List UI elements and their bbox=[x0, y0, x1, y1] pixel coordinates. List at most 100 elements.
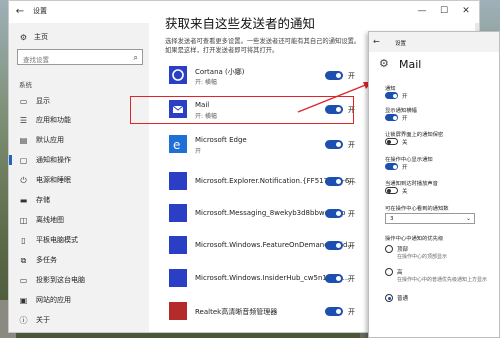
toggle-label: 开 bbox=[348, 275, 355, 283]
toggle-label: 开 bbox=[348, 72, 355, 80]
sidebar-section-title: 系统 bbox=[19, 81, 32, 89]
default-apps-icon: ▤ bbox=[19, 135, 28, 145]
sound-toggle[interactable] bbox=[385, 187, 398, 194]
setting-label: 显示通知横幅 bbox=[385, 108, 417, 114]
realtek-icon bbox=[169, 302, 187, 320]
notification-toggle[interactable] bbox=[325, 307, 343, 316]
sidebar-item-tablet-mode[interactable]: ▯ 平板电脑模式 bbox=[9, 232, 149, 248]
sidebar-item-apps[interactable]: ☰ 应用和功能 bbox=[9, 112, 149, 128]
app-row-insider-hub[interactable]: Microsoft.Windows.InsiderHub_cw5n1h2tx..… bbox=[165, 266, 365, 292]
app-row-realtek[interactable]: Realtek高清晰音频管理器 开 bbox=[165, 299, 365, 325]
notification-toggle[interactable] bbox=[325, 209, 343, 218]
cortana-icon bbox=[169, 66, 187, 84]
sidebar-item-label: 投影到这台电脑 bbox=[36, 276, 85, 284]
sidebar-item-label: 应用和功能 bbox=[36, 116, 71, 124]
panel-title: 设置 bbox=[395, 41, 407, 47]
search-input[interactable]: 查找设置 ⌕ bbox=[17, 49, 143, 65]
window-title: 设置 bbox=[33, 7, 47, 15]
toggle-label: 开 bbox=[348, 242, 355, 250]
sidebar-item-label: 显示 bbox=[36, 97, 50, 105]
sidebar-item-home[interactable]: ⚙ 主页 bbox=[19, 30, 48, 44]
radio-label: 普通 bbox=[397, 296, 409, 302]
toggle-label: 开 bbox=[402, 165, 408, 171]
sidebar-item-label: 平板电脑模式 bbox=[36, 236, 78, 244]
multitask-icon: ⧉ bbox=[20, 255, 27, 265]
app-name: Microsoft.Messaging_8wekyb3d8bbwe!App bbox=[195, 209, 346, 217]
project-icon: ▭ bbox=[19, 275, 28, 285]
radio-description: 在操作中心的顶部显示 bbox=[397, 254, 448, 260]
mail-settings-panel: ← 设置 ⚙ Mail 通知 开 显示通知横幅 开 让锁屏界面上的通知保密 关 … bbox=[368, 31, 500, 338]
priority-normal-radio[interactable] bbox=[385, 294, 393, 302]
app-row-feature-on-demand[interactable]: Microsoft.Windows.FeatureOnDemand.Insid.… bbox=[165, 233, 365, 259]
notifications-toggle[interactable] bbox=[385, 92, 398, 99]
sidebar-item-label: 通知和操作 bbox=[36, 156, 71, 164]
svg-text:e: e bbox=[173, 138, 180, 152]
notification-toggle[interactable] bbox=[325, 71, 343, 80]
app-row-cortana[interactable]: Cortana (小娜) 开: 横幅 开 bbox=[165, 63, 365, 89]
sidebar-item-web-apps[interactable]: ▣ 网站的应用 bbox=[9, 292, 149, 308]
search-icon[interactable]: ⌕ bbox=[134, 53, 138, 63]
sidebar-item-about[interactable]: ⓘ 关于 bbox=[9, 312, 149, 328]
app-name: Cortana (小娜) bbox=[195, 68, 245, 76]
sidebar-item-offline-maps[interactable]: ◫ 离线地图 bbox=[9, 212, 149, 228]
gear-icon: ⚙ bbox=[379, 57, 389, 70]
app-icon bbox=[169, 204, 187, 222]
toggle-label: 开 bbox=[402, 94, 408, 100]
sidebar-item-label: 存储 bbox=[36, 196, 50, 204]
app-row-edge[interactable]: e Microsoft Edge 开 开 bbox=[165, 132, 365, 158]
app-icon bbox=[169, 269, 187, 287]
sidebar-item-default-apps[interactable]: ▤ 默认应用 bbox=[9, 132, 149, 148]
setting-label: 当通知到达时播放声音 bbox=[385, 181, 438, 187]
monitor-icon: ▭ bbox=[19, 96, 28, 106]
sidebar-item-storage[interactable]: ▬ 存储 bbox=[9, 192, 149, 208]
app-row-explorer-notification[interactable]: Microsoft.Explorer.Notification.{FF517D2… bbox=[165, 169, 365, 195]
toggle-label: 开 bbox=[348, 210, 355, 218]
back-arrow-icon[interactable]: ← bbox=[13, 5, 27, 19]
notification-toggle[interactable] bbox=[325, 274, 343, 283]
lock-screen-private-toggle[interactable] bbox=[385, 138, 398, 145]
edge-icon: e bbox=[169, 135, 187, 153]
setting-label: 操作中心中通知的优先级 bbox=[385, 236, 444, 242]
back-arrow-icon[interactable]: ← bbox=[373, 37, 380, 46]
sidebar-item-label: 主页 bbox=[34, 33, 48, 41]
priority-high-radio[interactable] bbox=[385, 268, 393, 276]
notification-toggle[interactable] bbox=[325, 177, 343, 186]
app-row-messaging[interactable]: Microsoft.Messaging_8wekyb3d8bbwe!App 开 bbox=[165, 201, 365, 227]
sidebar-item-label: 默认应用 bbox=[36, 136, 64, 144]
setting-label: 可在操作中心看到的通知数 bbox=[385, 206, 449, 212]
setting-label: 通知 bbox=[385, 86, 396, 92]
toggle-label: 开 bbox=[348, 141, 355, 149]
panel-heading: Mail bbox=[399, 58, 422, 71]
app-icon bbox=[169, 172, 187, 190]
web-apps-icon: ▣ bbox=[19, 295, 28, 305]
app-name: Realtek高清晰音频管理器 bbox=[195, 308, 278, 316]
sidebar-item-notifications[interactable]: ▢ 通知和操作 bbox=[9, 152, 149, 168]
setting-label: 在操作中心显示通知 bbox=[385, 157, 433, 163]
priority-top-radio[interactable] bbox=[385, 245, 393, 253]
toggle-label: 开 bbox=[402, 116, 408, 122]
search-placeholder: 查找设置 bbox=[23, 56, 49, 64]
gear-icon: ⚙ bbox=[19, 32, 28, 42]
select-value: 3 bbox=[390, 216, 394, 222]
app-icon bbox=[169, 236, 187, 254]
sidebar-item-multitasking[interactable]: ⧉ 多任务 bbox=[9, 252, 149, 268]
sidebar-item-label: 多任务 bbox=[36, 256, 57, 264]
toggle-label: 开 bbox=[348, 308, 355, 316]
sidebar-item-label: 离线地图 bbox=[36, 216, 64, 224]
sidebar-item-projecting[interactable]: ▭ 投影到这台电脑 bbox=[9, 272, 149, 288]
sidebar-item-power[interactable]: ⏻ 电源和睡眠 bbox=[9, 172, 149, 188]
panel-title-bar: ← 设置 bbox=[369, 32, 499, 52]
action-center-toggle[interactable] bbox=[385, 163, 398, 170]
sidebar-item-label: 关于 bbox=[36, 316, 50, 324]
notification-toggle[interactable] bbox=[325, 140, 343, 149]
notification-count-select[interactable]: 3 ⌄ bbox=[385, 213, 475, 224]
sidebar-item-display[interactable]: ▭ 显示 bbox=[9, 93, 149, 109]
notification-icon: ▢ bbox=[19, 155, 28, 165]
radio-label: 顶部 bbox=[397, 247, 409, 253]
banner-toggle[interactable] bbox=[385, 114, 398, 121]
map-icon: ◫ bbox=[19, 215, 28, 225]
sidebar-item-label: 网站的应用 bbox=[36, 296, 71, 304]
notification-toggle[interactable] bbox=[325, 241, 343, 250]
app-name: Microsoft Edge bbox=[195, 136, 247, 144]
tablet-icon: ▯ bbox=[21, 235, 26, 245]
